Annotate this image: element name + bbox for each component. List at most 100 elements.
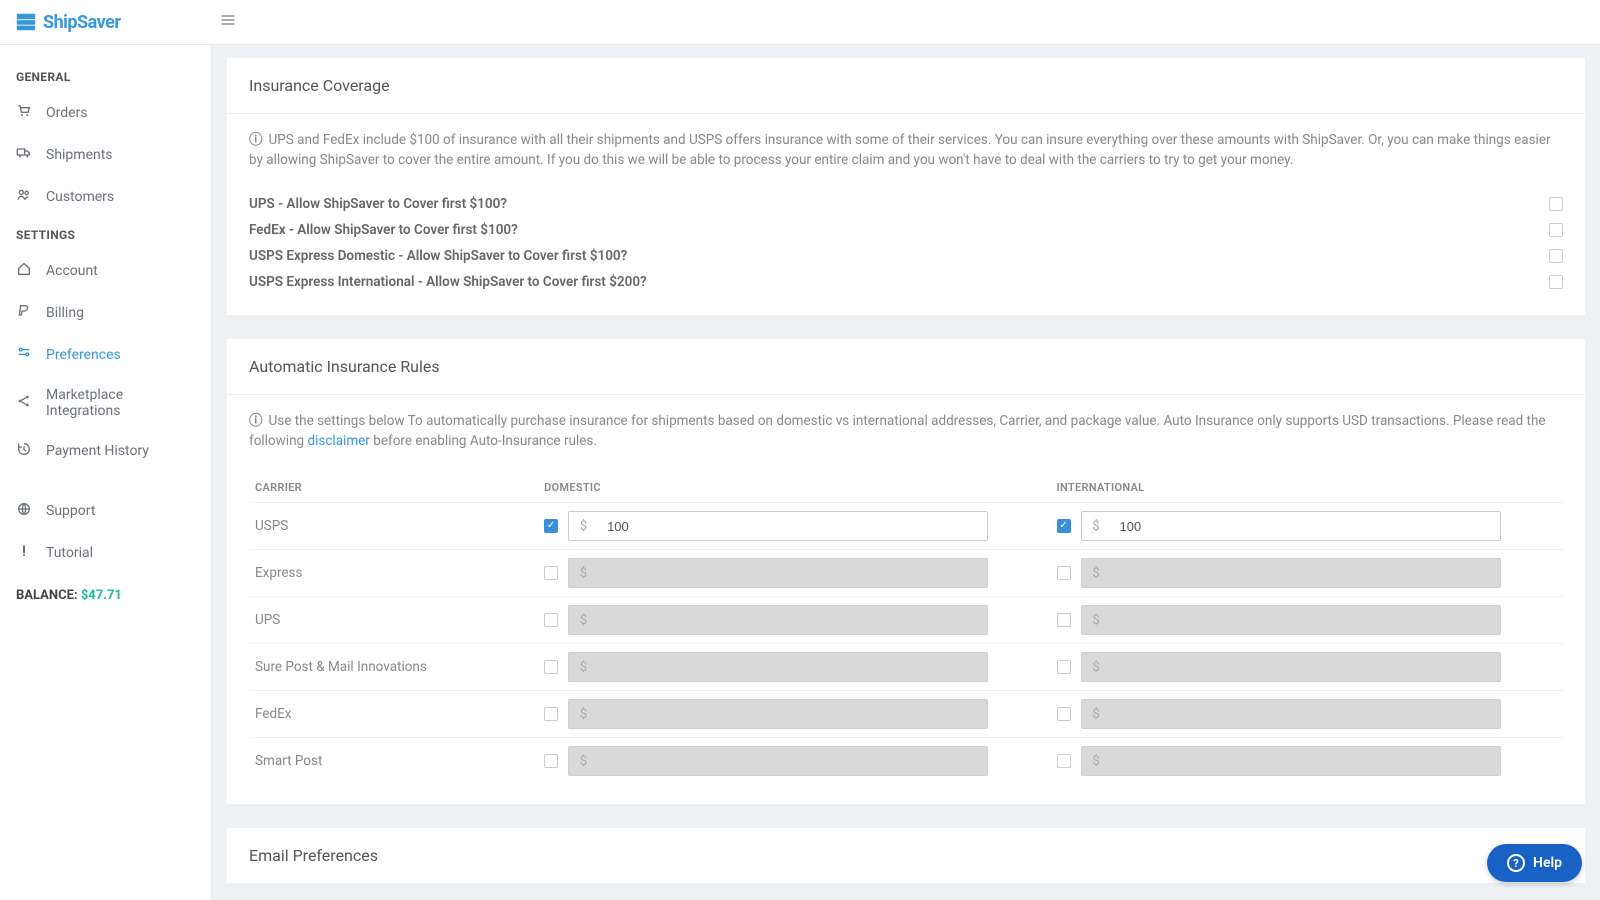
sidebar-item-customers[interactable]: Customers [0, 176, 211, 218]
international-amount-field [1112, 606, 1500, 634]
sidebar-item-payment-history[interactable]: Payment History [0, 430, 211, 472]
domestic-amount-input: $ [568, 558, 988, 588]
coverage-row: UPS - Allow ShipSaver to Cover first $10… [249, 191, 1563, 217]
dollar-icon: $ [1082, 754, 1112, 769]
international-amount-field [1112, 653, 1500, 681]
sidebar-item-preferences[interactable]: Preferences [0, 334, 211, 376]
sidebar-item-tutorial[interactable]: Tutorial [0, 532, 211, 574]
sidebar-item-billing[interactable]: Billing [0, 292, 211, 334]
carrier-cell: USPS [249, 503, 538, 550]
international-checkbox[interactable] [1057, 519, 1071, 533]
coverage-row: FedEx - Allow ShipSaver to Cover first $… [249, 217, 1563, 243]
coverage-checkbox[interactable] [1549, 223, 1563, 237]
truck-icon [16, 145, 32, 165]
international-amount-field [1112, 700, 1500, 728]
sidebar-item-shipments[interactable]: Shipments [0, 134, 211, 176]
sidebar-item-label: Marketplace Integrations [46, 387, 195, 419]
info-icon: ⓘ [249, 132, 263, 148]
users-icon [16, 187, 32, 203]
dollar-icon: $ [1082, 519, 1112, 534]
coverage-label: USPS Express Domestic - Allow ShipSaver … [249, 248, 627, 264]
rule-row: Express$$ [249, 550, 1563, 597]
coverage-label: FedEx - Allow ShipSaver to Cover first $… [249, 222, 518, 238]
dollar-icon: $ [1082, 707, 1112, 722]
sliders-icon [16, 345, 32, 361]
auto-insurance-card: Automatic Insurance Rules ⓘUse the setti… [226, 338, 1586, 806]
domestic-checkbox[interactable] [544, 519, 558, 533]
domestic-checkbox[interactable] [544, 754, 558, 768]
international-checkbox[interactable] [1057, 754, 1071, 768]
sidebar-item-account[interactable]: Account [0, 250, 211, 292]
exclaim-icon [16, 543, 32, 559]
domestic-amount-field [599, 747, 987, 775]
rule-row: Smart Post $ $ [249, 738, 1563, 785]
sidebar-item-support[interactable]: Support [0, 490, 211, 532]
exclaim-icon [16, 543, 32, 563]
auto-rules-table: CARRIER DOMESTIC INTERNATIONAL USPS$$Exp… [249, 471, 1563, 784]
international-amount-field [1112, 559, 1500, 587]
main-content: Insurance Coverage ⓘUPS and FedEx includ… [212, 45, 1600, 900]
card-title: Insurance Coverage [227, 58, 1585, 114]
international-amount-input: $ [1081, 746, 1501, 776]
dollar-icon: $ [569, 707, 599, 722]
domestic-checkbox[interactable] [544, 660, 558, 674]
sidebar-item-orders[interactable]: Orders [0, 92, 211, 134]
international-amount-field[interactable] [1112, 512, 1500, 540]
logo-icon [15, 11, 37, 33]
sidebar-item-marketplace-integrations[interactable]: Marketplace Integrations [0, 376, 211, 430]
sidebar-item-label: Support [46, 503, 95, 519]
domestic-amount-input[interactable]: $ [568, 511, 988, 541]
domestic-amount-input: $ [568, 746, 988, 776]
menu-toggle-button[interactable] [215, 7, 241, 37]
international-checkbox[interactable] [1057, 707, 1071, 721]
coverage-checkbox[interactable] [1549, 275, 1563, 289]
dollar-icon: $ [1082, 660, 1112, 675]
dollar-icon: $ [569, 519, 599, 534]
coverage-checkbox[interactable] [1549, 249, 1563, 263]
domestic-amount-field [599, 559, 987, 587]
cart-icon [16, 103, 32, 123]
home-icon [16, 261, 32, 281]
domestic-checkbox[interactable] [544, 566, 558, 580]
share-icon [16, 393, 32, 413]
dollar-icon: $ [569, 754, 599, 769]
coverage-checkbox[interactable] [1549, 197, 1563, 211]
help-button[interactable]: ? Help [1487, 844, 1582, 882]
international-amount-input: $ [1081, 558, 1501, 588]
domestic-checkbox[interactable] [544, 707, 558, 721]
logo[interactable]: ShipSaver [15, 11, 210, 33]
international-amount-input: $ [1081, 652, 1501, 682]
domestic-amount-field[interactable] [599, 512, 987, 540]
rule-row: Sure Post & Mail Innovations$$ [249, 644, 1563, 691]
coverage-row: USPS Express International - Allow ShipS… [249, 269, 1563, 295]
dollar-icon: $ [569, 660, 599, 675]
col-international: INTERNATIONAL [1051, 471, 1563, 503]
history-icon [16, 441, 32, 461]
dollar-icon: $ [569, 566, 599, 581]
international-checkbox[interactable] [1057, 660, 1071, 674]
international-checkbox[interactable] [1057, 613, 1071, 627]
home-icon [16, 261, 32, 277]
info-icon: ⓘ [249, 413, 263, 429]
sidebar-heading-settings: SETTINGS [0, 218, 211, 250]
international-checkbox[interactable] [1057, 566, 1071, 580]
dollar-icon: $ [1082, 613, 1112, 628]
dollar-icon: $ [569, 613, 599, 628]
insurance-coverage-card: Insurance Coverage ⓘUPS and FedEx includ… [226, 57, 1586, 316]
balance-amount: $47.71 [81, 588, 122, 603]
domestic-checkbox[interactable] [544, 613, 558, 627]
truck-icon [16, 145, 32, 161]
international-amount-input: $ [1081, 699, 1501, 729]
sidebar-item-label: Payment History [46, 443, 149, 459]
rule-row: USPS $ $ [249, 503, 1563, 550]
sidebar-item-label: Preferences [46, 347, 121, 363]
sidebar-item-label: Tutorial [46, 545, 93, 561]
international-amount-input[interactable]: $ [1081, 511, 1501, 541]
carrier-cell: Smart Post [249, 738, 538, 785]
disclaimer-link[interactable]: disclaimer [307, 433, 369, 449]
sidebar-item-label: Shipments [46, 147, 113, 163]
globe-icon [16, 501, 32, 521]
coverage-row: USPS Express Domestic - Allow ShipSaver … [249, 243, 1563, 269]
international-amount-field [1112, 747, 1500, 775]
paypal-icon [16, 303, 32, 323]
